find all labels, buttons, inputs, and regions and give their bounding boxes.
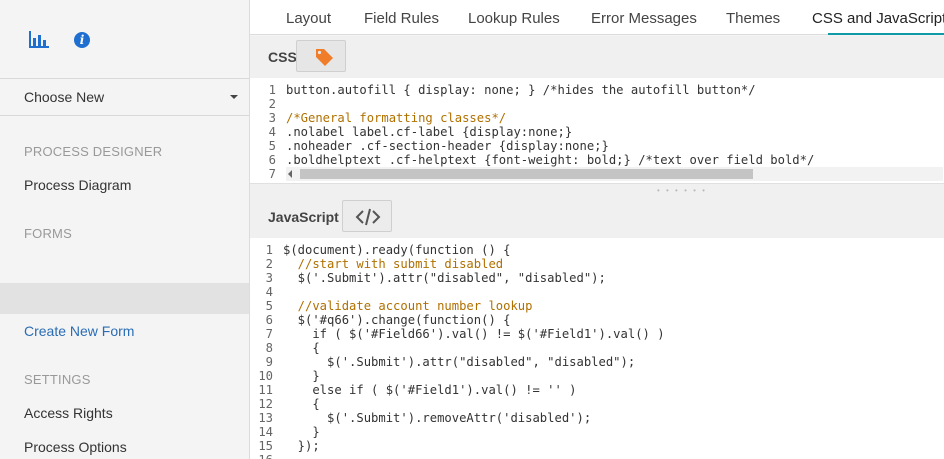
css-code-line: /*General formatting classes*/: [286, 111, 507, 125]
sidebar-item-process-options[interactable]: Process Options: [24, 439, 127, 455]
active-tab-indicator: [828, 33, 944, 35]
js-code-line: //start with submit disabled: [283, 257, 504, 271]
tab-lookup-rules[interactable]: Lookup Rules: [468, 10, 560, 27]
line-number: 8: [265, 341, 273, 355]
js-code-line: $('.Submit').removeAttr('disabled');: [283, 411, 592, 425]
sidebar-item-process-diagram[interactable]: Process Diagram: [24, 177, 131, 193]
line-number: 6: [268, 153, 276, 167]
section-heading-settings: SETTINGS: [24, 372, 91, 387]
js-code-line: $('.Submit').attr("disabled", "disabled"…: [283, 271, 606, 285]
css-horizontal-scrollbar[interactable]: [286, 167, 943, 181]
line-number: 5: [268, 139, 276, 153]
css-code-line: .noheader .cf-section-header {display:no…: [286, 139, 609, 153]
scroll-left-icon[interactable]: [288, 170, 292, 178]
js-section-header: JavaScript: [250, 195, 944, 238]
sidebar-item-selected[interactable]: [0, 283, 249, 314]
js-code-editor[interactable]: 1 2 3 4 5 6 7 8 9 10 11 12 13 14 15 16 $…: [250, 238, 944, 459]
js-code-line: //validate account number lookup: [283, 299, 533, 313]
tab-error-messages[interactable]: Error Messages: [591, 10, 697, 27]
line-number: 7: [268, 167, 276, 181]
line-number: 2: [265, 257, 273, 271]
css-code-line: .nolabel label.cf-label {display:none;}: [286, 125, 573, 139]
css-tag-button[interactable]: [296, 40, 346, 72]
line-number: 9: [265, 355, 273, 369]
line-number: 6: [265, 313, 273, 327]
line-number: 4: [268, 125, 276, 139]
tab-themes[interactable]: Themes: [726, 10, 780, 27]
chevron-down-icon[interactable]: [230, 95, 238, 99]
create-new-form-link[interactable]: Create New Form: [24, 323, 134, 339]
scrollbar-thumb[interactable]: [300, 169, 753, 179]
css-label: CSS: [268, 49, 297, 65]
line-number: 2: [268, 97, 276, 111]
js-code-line: $(document).ready(function () {: [283, 243, 511, 257]
line-number: 1: [265, 243, 273, 257]
line-number: 4: [265, 285, 273, 299]
grip-icon: • • • • • •: [657, 186, 707, 195]
js-code-line: {: [283, 397, 320, 411]
javascript-label: JavaScript: [268, 209, 339, 225]
sidebar: i Choose New PROCESS DESIGNER Process Di…: [0, 0, 250, 459]
line-number: 14: [258, 425, 273, 439]
css-code-line: .boldhelptext .cf-helptext {font-weight:…: [286, 153, 815, 167]
tab-bar: Layout Field Rules Lookup Rules Error Me…: [250, 0, 944, 35]
js-code-line: }: [283, 425, 320, 439]
js-code-line: });: [283, 439, 320, 453]
bar-chart-icon[interactable]: [29, 31, 49, 48]
js-code-line: $('.Submit').attr("disabled", "disabled"…: [283, 355, 636, 369]
tab-layout[interactable]: Layout: [286, 10, 331, 27]
line-number: 7: [265, 327, 273, 341]
css-code-editor[interactable]: 1 2 3 4 5 6 7 button.autofill { display:…: [250, 78, 944, 183]
resize-handle[interactable]: • • • • • •: [250, 183, 944, 195]
line-number: 3: [268, 111, 276, 125]
choose-new-label: Choose New: [24, 89, 105, 105]
line-number: 12: [258, 397, 273, 411]
js-code-button[interactable]: [342, 200, 392, 232]
section-heading-forms: FORMS: [24, 226, 72, 241]
section-heading-process-designer: PROCESS DESIGNER: [24, 144, 163, 159]
line-number: 3: [265, 271, 273, 285]
sidebar-toolbar: i: [0, 0, 249, 79]
css-code-line: button.autofill { display: none; } /*hid…: [286, 83, 756, 97]
line-number: 15: [258, 439, 273, 453]
css-line-gutter: 1 2 3 4 5 6 7: [250, 78, 280, 183]
js-code-line: if ( $('#Field66').val() != $('#Field1')…: [283, 327, 665, 341]
line-number: 5: [265, 299, 273, 313]
js-code-line: }: [283, 369, 320, 383]
code-icon: [355, 208, 381, 226]
js-code-line: $('#q66').change(function() {: [283, 313, 511, 327]
line-number: 11: [258, 383, 273, 397]
sidebar-item-access-rights[interactable]: Access Rights: [24, 405, 113, 421]
choose-new-dropdown[interactable]: Choose New: [0, 80, 249, 116]
info-icon[interactable]: i: [74, 32, 90, 48]
css-section-header: CSS: [250, 36, 944, 78]
js-code-line: {: [283, 341, 320, 355]
tab-css-and-javascript[interactable]: CSS and JavaScript: [812, 10, 944, 27]
js-code-line: else if ( $('#Field1').val() != '' ): [283, 383, 577, 397]
tab-field-rules[interactable]: Field Rules: [364, 10, 439, 27]
line-number: 1: [268, 83, 276, 97]
line-number: 13: [258, 411, 273, 425]
line-number: 16: [258, 453, 273, 459]
tag-icon: [316, 49, 333, 66]
line-number: 10: [258, 369, 273, 383]
js-line-gutter: 1 2 3 4 5 6 7 8 9 10 11 12 13 14 15 16: [250, 238, 277, 459]
